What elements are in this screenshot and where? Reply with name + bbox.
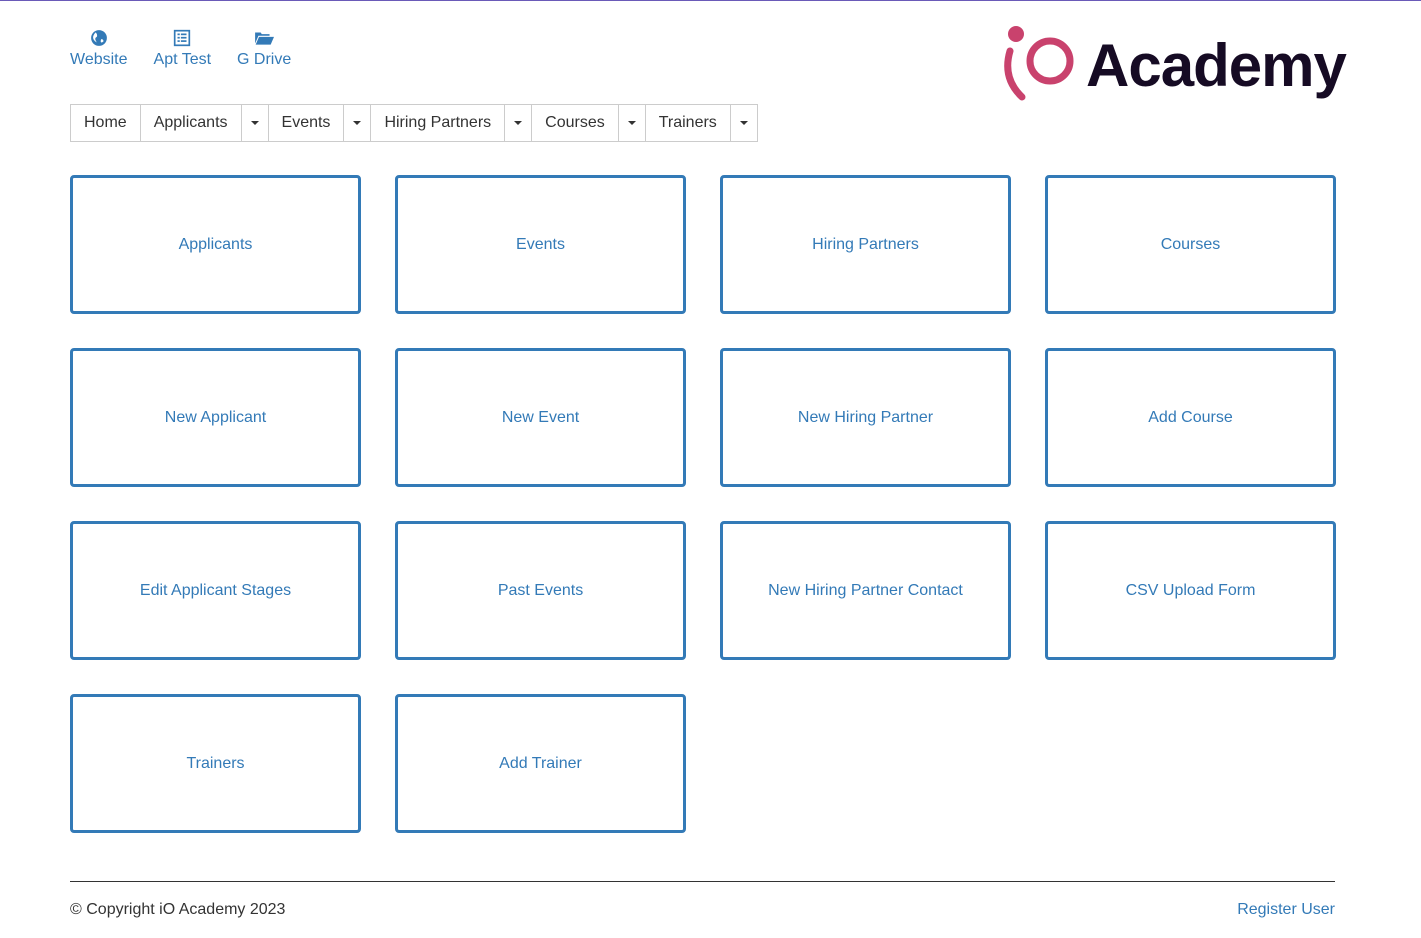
tile-add-course[interactable]: Add Course [1045, 348, 1336, 487]
io-academy-logo: Academy [1000, 23, 1347, 103]
tile-csv-upload-form[interactable]: CSV Upload Form [1045, 521, 1336, 660]
nav-trainers[interactable]: Trainers [645, 105, 731, 141]
tile-trainers[interactable]: Trainers [70, 694, 361, 833]
main-navbar: Home Applicants Events Hiring Partners C… [70, 104, 758, 142]
caret-down-icon [739, 121, 748, 125]
globe-icon [90, 30, 107, 46]
tile-applicants[interactable]: Applicants [70, 175, 361, 314]
caret-down-icon [250, 121, 259, 125]
quick-link-website[interactable]: Website [70, 29, 128, 69]
register-user-link[interactable]: Register User [1237, 901, 1335, 919]
footer-divider [70, 881, 1335, 882]
quick-link-label: Apt Test [153, 51, 212, 68]
nav-trainers-dropdown-toggle[interactable] [730, 105, 757, 141]
tile-edit-applicant-stages[interactable]: Edit Applicant Stages [70, 521, 361, 660]
tile-add-trainer[interactable]: Add Trainer [395, 694, 686, 833]
quick-links: Website Apt Test G Drive [70, 29, 317, 69]
tile-new-hiring-partner-contact[interactable]: New Hiring Partner Contact [720, 521, 1011, 660]
nav-events[interactable]: Events [268, 105, 345, 141]
io-logo-mark-icon [1004, 26, 1074, 101]
nav-hiring-partners-dropdown-toggle[interactable] [505, 105, 533, 141]
tile-events[interactable]: Events [395, 175, 686, 314]
nav-applicants[interactable]: Applicants [140, 105, 242, 141]
tile-new-hiring-partner[interactable]: New Hiring Partner [720, 348, 1011, 487]
nav-hiring-partners[interactable]: Hiring Partners [371, 105, 506, 141]
brand-name: Academy [1086, 32, 1347, 99]
nav-applicants-dropdown-toggle[interactable] [241, 105, 269, 141]
tile-courses[interactable]: Courses [1045, 175, 1336, 314]
quick-link-g-drive[interactable]: G Drive [237, 29, 291, 69]
copyright-text: © Copyright iO Academy 2023 [70, 901, 286, 918]
tile-hiring-partners[interactable]: Hiring Partners [720, 175, 1011, 314]
tile-past-events[interactable]: Past Events [395, 521, 686, 660]
quick-link-apt-test[interactable]: Apt Test [153, 29, 212, 69]
caret-down-icon [353, 121, 362, 125]
nav-home[interactable]: Home [71, 105, 141, 141]
nav-courses[interactable]: Courses [532, 105, 619, 141]
quick-link-label: Website [70, 51, 128, 68]
nav-courses-dropdown-toggle[interactable] [618, 105, 646, 141]
folder-open-icon [255, 32, 275, 45]
tile-new-applicant[interactable]: New Applicant [70, 348, 361, 487]
dashboard-tiles: Applicants Events Hiring Partners Course… [70, 175, 1336, 833]
caret-down-icon [627, 121, 636, 125]
caret-down-icon [514, 121, 523, 125]
tile-new-event[interactable]: New Event [395, 348, 686, 487]
list-alt-icon [174, 29, 191, 47]
quick-link-label: G Drive [237, 51, 292, 68]
nav-events-dropdown-toggle[interactable] [344, 105, 372, 141]
